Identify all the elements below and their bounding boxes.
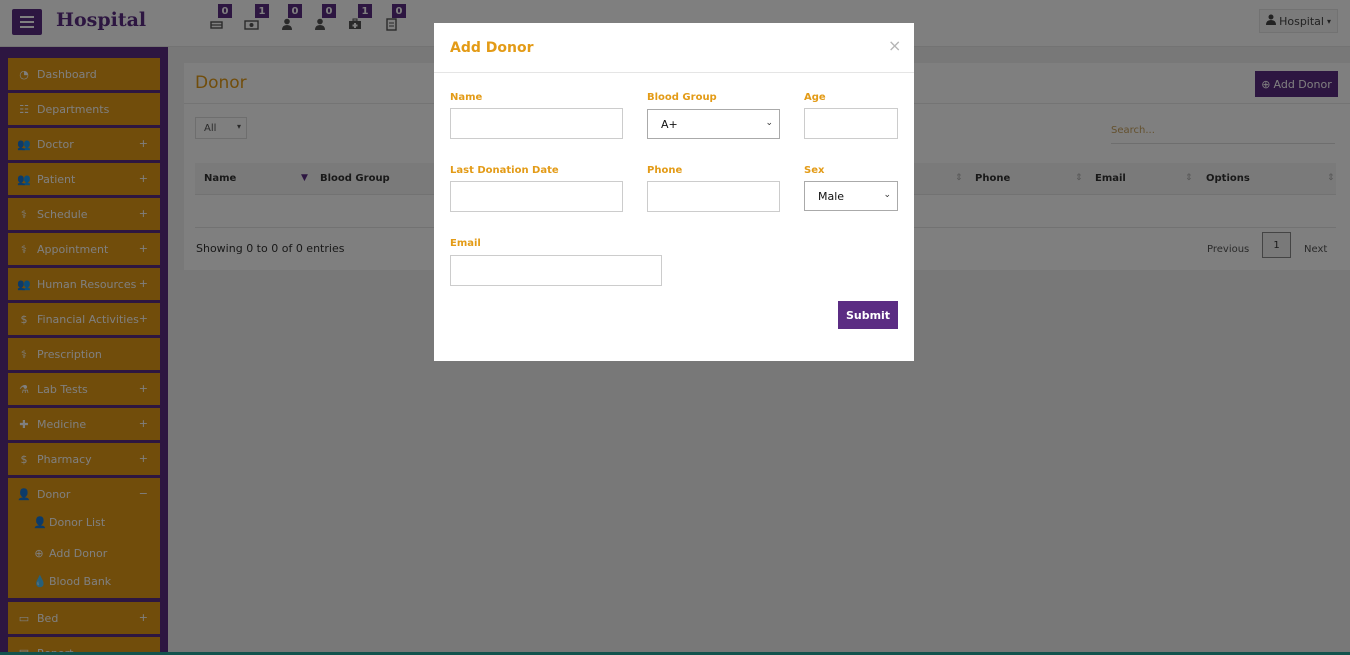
sex-label: Sex <box>804 165 825 176</box>
close-icon[interactable]: × <box>888 36 901 55</box>
name-input[interactable] <box>450 108 623 139</box>
email-input[interactable] <box>450 255 662 286</box>
last-donation-date-input[interactable] <box>450 181 623 212</box>
phone-label: Phone <box>647 165 683 176</box>
sex-select[interactable]: Male ⌄ <box>804 181 898 211</box>
add-donor-modal: Add Donor × Name Blood Group A+ ⌄ Age La… <box>434 23 914 361</box>
modal-title: Add Donor <box>450 40 534 56</box>
last-donation-date-label: Last Donation Date <box>450 165 559 176</box>
chevron-down-icon: ⌄ <box>883 190 891 200</box>
phone-input[interactable] <box>647 181 780 212</box>
email-label: Email <box>450 238 481 249</box>
age-input[interactable] <box>804 108 898 139</box>
submit-button[interactable]: Submit <box>838 301 898 329</box>
age-label: Age <box>804 92 826 103</box>
blood-group-select[interactable]: A+ ⌄ <box>647 109 780 139</box>
chevron-down-icon: ⌄ <box>765 118 773 128</box>
modal-divider <box>434 72 914 73</box>
name-label: Name <box>450 92 483 103</box>
blood-group-label: Blood Group <box>647 92 717 103</box>
